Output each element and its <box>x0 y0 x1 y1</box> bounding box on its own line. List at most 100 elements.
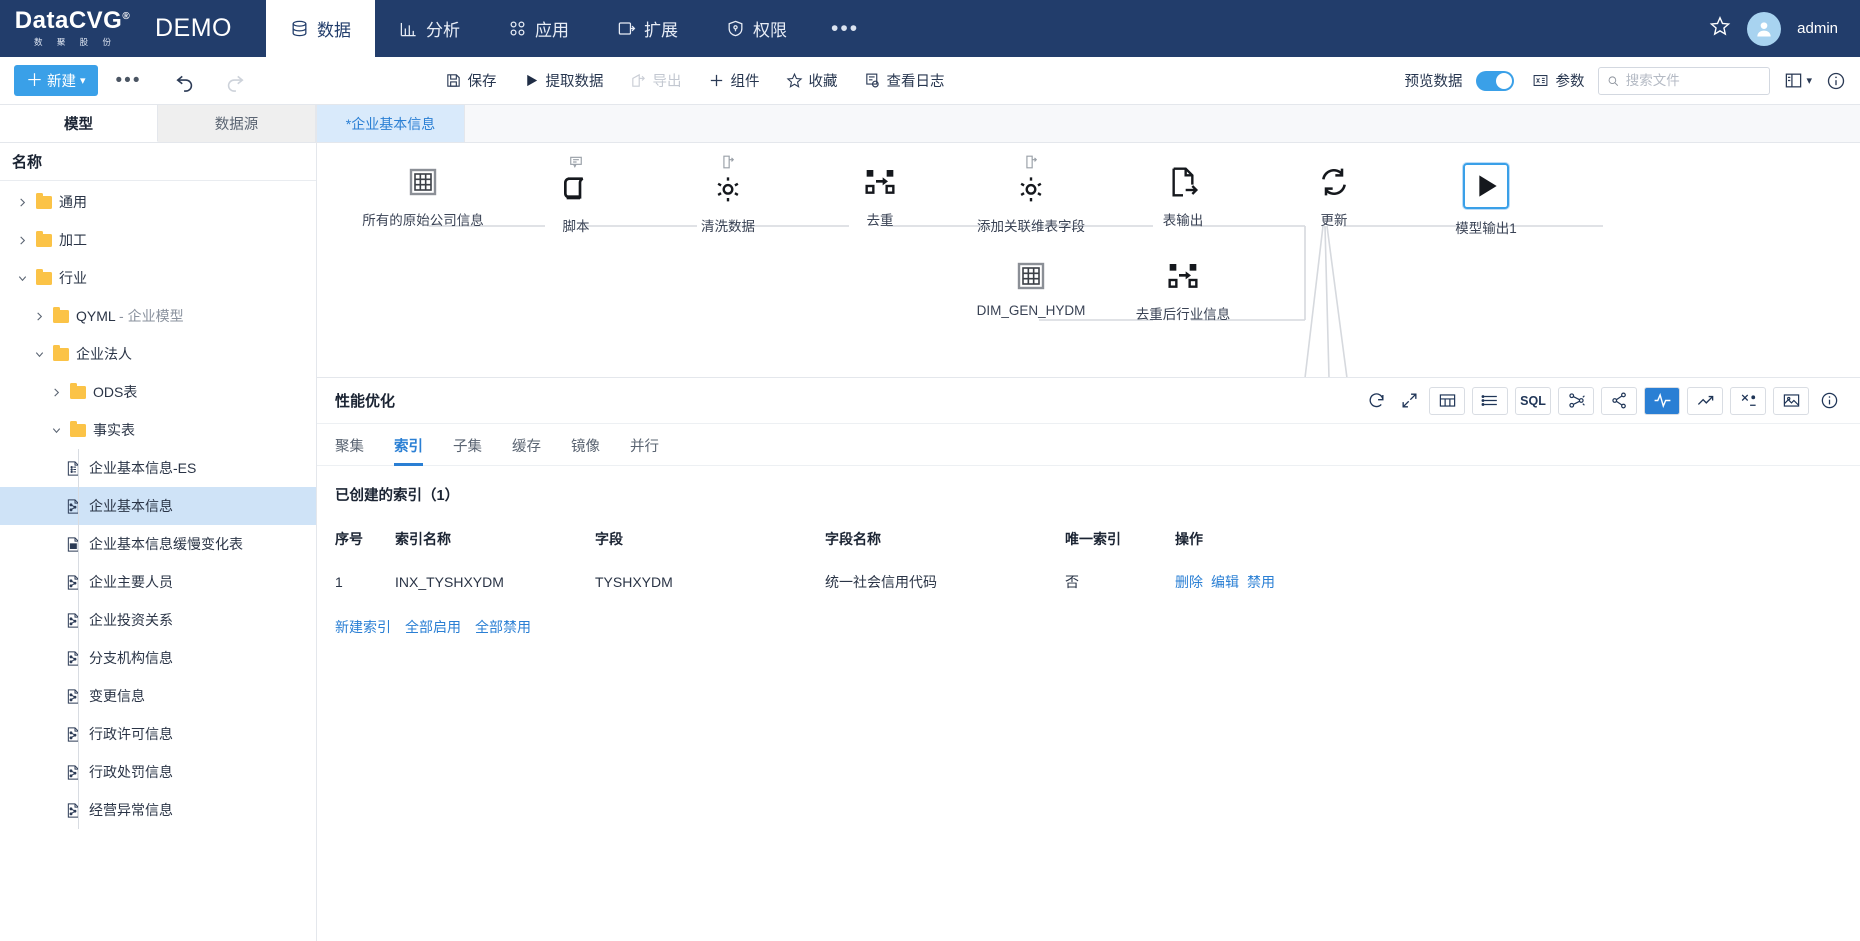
nav-item-extension[interactable]: 扩展 <box>593 0 702 57</box>
tree-file-row[interactable]: 企业投资关系 <box>0 601 316 639</box>
flow-node[interactable]: 去重 <box>820 163 940 229</box>
tree-folder-row[interactable]: ODS表 <box>0 373 316 411</box>
sidebar-tab-datasource[interactable]: 数据源 <box>158 105 316 142</box>
gear-icon[interactable] <box>1012 155 1050 207</box>
dedupe-icon[interactable] <box>1164 257 1202 295</box>
extract-data-label: 提取数据 <box>545 74 604 90</box>
expand-icon[interactable] <box>1396 387 1422 415</box>
panel-tab[interactable]: 镜像 <box>571 435 600 465</box>
brand-logo[interactable]: DataCVG® 数 聚 股 份 <box>0 0 145 57</box>
sql-icon[interactable]: SQL <box>1515 386 1551 415</box>
tree-folder-row[interactable]: 企业法人 <box>0 335 316 373</box>
params-button[interactable]: 参数 <box>1532 70 1584 91</box>
tree-file-row[interactable]: 企业基本信息-ES <box>0 449 316 487</box>
tree-file-row[interactable]: 企业主要人员 <box>0 563 316 601</box>
panel-tab[interactable]: 并行 <box>630 435 659 465</box>
info-icon[interactable] <box>1826 71 1846 91</box>
pulse-icon[interactable] <box>1644 386 1680 415</box>
tree-folder-row[interactable]: 事实表 <box>0 411 316 449</box>
tree-folder-row[interactable]: 通用 <box>0 183 316 221</box>
info-icon[interactable] <box>1816 387 1842 415</box>
toolbar-more-button[interactable]: ••• <box>98 70 160 92</box>
sidebar-tab-model[interactable]: 模型 <box>0 105 158 142</box>
redo-icon <box>210 70 260 92</box>
search-file-box[interactable] <box>1598 66 1771 95</box>
chevron-down-icon[interactable] <box>48 425 64 436</box>
chevron-right-icon[interactable] <box>48 387 64 398</box>
trend-icon[interactable] <box>1687 386 1723 415</box>
flow-node[interactable]: DIM_GEN_HYDM <box>971 257 1091 318</box>
flow-node[interactable]: 脚本 <box>516 156 636 235</box>
flow-node[interactable]: 去重后行业信息 <box>1123 257 1243 323</box>
favorite-star-icon[interactable] <box>1709 15 1731 42</box>
table-grid-icon[interactable] <box>1012 257 1050 295</box>
nav-item-permission[interactable]: 权限 <box>702 0 811 57</box>
tree-folder-row[interactable]: QYML - 企业模型 <box>0 297 316 335</box>
panel-tab[interactable]: 子集 <box>453 435 482 465</box>
panel-tab[interactable]: 聚集 <box>335 435 364 465</box>
flow-node[interactable]: 表输出 <box>1123 163 1243 229</box>
new-button[interactable]: ＋ 新建 ▾ <box>14 65 98 96</box>
image-icon[interactable] <box>1773 386 1809 415</box>
chevron-right-icon[interactable] <box>14 197 30 208</box>
tree-file-row[interactable]: 变更信息 <box>0 677 316 715</box>
scatter-icon[interactable] <box>1730 386 1766 415</box>
tree-folder-row[interactable]: 加工 <box>0 221 316 259</box>
flow-canvas[interactable]: 所有的原始公司信息 脚本 清洗数据 去重 添加关联维表字段 表输出 更新 模型输出1 DIM_G… <box>317 143 1860 378</box>
flow-node[interactable]: 更新 <box>1274 163 1394 229</box>
footer-link[interactable]: 全部禁用 <box>475 619 531 635</box>
script-icon[interactable] <box>557 156 595 207</box>
flow-node[interactable]: 所有的原始公司信息 <box>362 163 484 229</box>
flow-node[interactable]: 清洗数据 <box>668 155 788 235</box>
chevron-right-icon[interactable] <box>14 235 30 246</box>
tree-file-row[interactable]: 行政许可信息 <box>0 715 316 753</box>
list-view-icon[interactable] <box>1472 386 1508 415</box>
nav-item-apps[interactable]: 应用 <box>484 0 593 57</box>
doc-tab-enterprise-basic-info[interactable]: *企业基本信息 <box>317 105 465 142</box>
action-link[interactable]: 禁用 <box>1247 574 1275 590</box>
gear-icon[interactable] <box>709 155 747 207</box>
favorite-button[interactable]: 收藏 <box>786 70 838 91</box>
file-export-icon[interactable] <box>1164 163 1202 201</box>
action-link[interactable]: 编辑 <box>1211 574 1239 590</box>
dedupe-icon[interactable] <box>861 163 899 201</box>
undo-icon[interactable] <box>160 70 210 92</box>
refresh-icon[interactable] <box>1363 387 1389 415</box>
panel-tab[interactable]: 缓存 <box>512 435 541 465</box>
preview-data-toggle[interactable] <box>1476 70 1515 91</box>
tree-file-row[interactable]: 分支机构信息 <box>0 639 316 677</box>
search-input[interactable] <box>1625 73 1762 88</box>
table-view-icon[interactable] <box>1429 386 1465 415</box>
save-button[interactable]: 保存 <box>445 70 497 91</box>
flow-node[interactable]: 模型输出1 <box>1426 163 1546 237</box>
panel-tab[interactable]: 索引 <box>394 435 423 466</box>
nav-item-data[interactable]: 数据 <box>266 0 375 57</box>
footer-link[interactable]: 新建索引 <box>335 619 391 635</box>
tree-folder-row[interactable]: 行业 <box>0 259 316 297</box>
lineage-icon[interactable] <box>1558 386 1594 415</box>
layout-panel-icon[interactable]: ▾ <box>1784 71 1812 90</box>
refresh-icon[interactable] <box>1315 163 1353 201</box>
chevron-down-icon[interactable] <box>31 349 47 360</box>
tree-item-label: 企业基本信息-ES <box>89 460 197 476</box>
footer-link[interactable]: 全部启用 <box>405 619 461 635</box>
component-button[interactable]: 组件 <box>708 70 760 91</box>
tree-file-row[interactable]: 经营异常信息 <box>0 791 316 829</box>
extract-data-button[interactable]: 提取数据 <box>523 70 604 91</box>
flow-node[interactable]: 添加关联维表字段 <box>971 155 1091 235</box>
play-output-icon[interactable] <box>1463 163 1509 209</box>
tree-guide-line <box>78 639 79 677</box>
tree-file-row[interactable]: 企业基本信息缓慢变化表 <box>0 525 316 563</box>
share-graph-icon[interactable] <box>1601 386 1637 415</box>
tree-file-row[interactable]: 行政处罚信息 <box>0 753 316 791</box>
table-cell-index-name: INX_TYSHXYDM <box>395 574 504 590</box>
action-link[interactable]: 删除 <box>1175 574 1203 590</box>
nav-item-analysis[interactable]: 分析 <box>375 0 484 57</box>
nav-more-button[interactable]: ••• <box>811 0 879 57</box>
table-grid-icon[interactable] <box>404 163 442 201</box>
chevron-down-icon[interactable] <box>14 273 30 284</box>
avatar[interactable] <box>1747 11 1782 46</box>
chevron-right-icon[interactable] <box>31 311 47 322</box>
view-log-button[interactable]: 查看日志 <box>864 70 945 91</box>
tree-file-row[interactable]: 企业基本信息 <box>0 487 316 525</box>
